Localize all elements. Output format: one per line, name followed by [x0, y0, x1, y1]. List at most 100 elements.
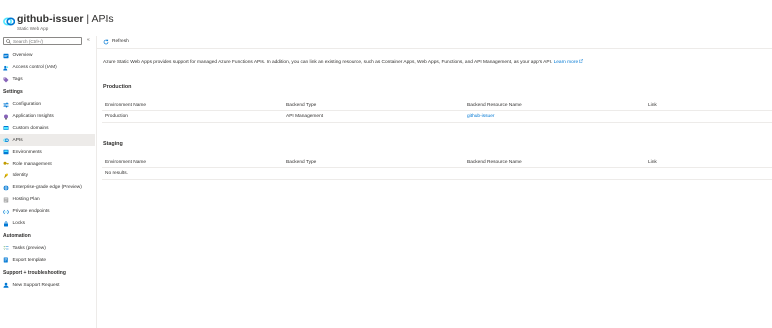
resource-menu: « Overview Access control (IAM) Tags Settin…: [0, 36, 95, 328]
sidebar-item-label: Tags: [12, 77, 23, 83]
sidebar-item-locks[interactable]: Locks: [0, 218, 95, 230]
sidebar-item-environments[interactable]: Environments: [0, 146, 95, 158]
column-link[interactable]: Link: [648, 100, 657, 110]
edge-icon: [3, 185, 9, 191]
resource-type: Static Web App: [17, 26, 49, 31]
page-header: github-issuer | APIs Static Web App …: [0, 0, 772, 36]
row-environment-name: Production: [105, 114, 128, 119]
column-environment-name[interactable]: Environment Name: [105, 157, 146, 167]
section-support-troubleshooting: Support + troubleshooting: [3, 269, 66, 276]
sidebar-item-label: Access control (IAM): [12, 65, 57, 71]
sidebar-item-configuration[interactable]: Configuration: [0, 99, 95, 111]
lock-icon: [3, 220, 9, 227]
sidebar-item-label: New Support Request: [12, 282, 60, 288]
sidebar-item-export-template[interactable]: Export template: [0, 254, 95, 266]
environment-icon: [3, 149, 9, 155]
command-bar-divider: [97, 48, 772, 49]
more-options-icon[interactable]: …: [104, 16, 111, 23]
column-environment-name[interactable]: Environment Name: [105, 100, 146, 110]
bulb-icon: [3, 114, 9, 120]
identity-icon: [3, 173, 9, 179]
tasks-icon: [3, 245, 9, 251]
backend-resource-link[interactable]: github-issuer: [467, 111, 494, 122]
production-grid-header: Environment Name Backend Type Backend Re…: [102, 100, 772, 111]
column-link[interactable]: Link: [648, 157, 657, 167]
globe-icon: [3, 125, 9, 131]
key-icon: [3, 161, 9, 167]
refresh-label: Refresh: [112, 39, 129, 44]
sidebar-item-application-insights[interactable]: Application Insights: [0, 111, 95, 123]
sidebar-item-label: Private endpoints: [12, 209, 50, 215]
menu-search-row: «: [3, 37, 95, 47]
section-settings: Settings: [3, 89, 23, 96]
empty-row: No results.: [102, 168, 772, 180]
search-icon: [6, 39, 11, 44]
sidebar-item-tasks-preview[interactable]: Tasks (preview): [0, 242, 95, 254]
sidebar-item-label: Export template: [12, 257, 47, 263]
refresh-icon: [103, 39, 109, 44]
column-backend-resource-name[interactable]: Backend Resource Name: [467, 100, 522, 110]
sidebar-item-label: Configuration: [12, 102, 42, 108]
page-title: github-issuer | APIs: [17, 13, 114, 25]
sliders-icon: [3, 102, 9, 108]
sidebar-item-label: Locks: [12, 221, 26, 227]
learn-more-link[interactable]: Learn more: [553, 59, 584, 65]
sidebar-item-label: Overview: [12, 53, 33, 59]
section-automation: Automation: [3, 232, 31, 239]
sidebar-item-identity[interactable]: Identity: [0, 170, 95, 182]
no-results-text: No results.: [105, 171, 128, 176]
sidebar-item-label: APIs: [12, 137, 23, 143]
command-bar: Refresh: [103, 37, 129, 46]
learn-more-label: Learn more: [553, 60, 579, 65]
sidebar-item-access-control-iam[interactable]: Access control (IAM): [0, 62, 95, 74]
column-backend-type[interactable]: Backend Type: [286, 100, 316, 110]
sidebar-item-new-support-request[interactable]: New Support Request: [0, 279, 95, 291]
sidebar-item-private-endpoints[interactable]: Private endpoints: [0, 206, 95, 218]
menu-search-input[interactable]: [13, 38, 81, 45]
support-icon: [3, 282, 9, 288]
title-separator: |: [83, 13, 92, 25]
sidebar-item-role-management[interactable]: Role management: [0, 158, 95, 170]
external-link-icon: [579, 59, 584, 63]
collapse-menu-icon[interactable]: «: [87, 37, 90, 43]
menu-search-box[interactable]: [3, 37, 82, 45]
sidebar-item-tags[interactable]: Tags: [0, 74, 95, 86]
column-backend-type[interactable]: Backend Type: [286, 157, 316, 167]
endpoint-icon: [3, 209, 9, 215]
export-icon: [3, 257, 9, 263]
static-web-app-icon: [3, 17, 15, 26]
table-row: Production API Management github-issuer: [102, 111, 772, 123]
people-icon: [3, 65, 9, 71]
sidebar-item-apis[interactable]: APIs: [0, 134, 95, 147]
row-backend-type: API Management: [286, 114, 324, 119]
menu-items: Overview Access control (IAM) Tags Settings…: [0, 50, 95, 291]
refresh-button[interactable]: Refresh: [103, 39, 129, 45]
sidebar-item-label: Enterprise-grade edge (Preview): [12, 185, 82, 191]
sidebar-item-label: Role management: [12, 161, 52, 167]
sidebar-item-enterprise-grade-edge-preview[interactable]: Enterprise-grade edge (Preview): [0, 182, 95, 194]
sidebar-item-label: Custom domains: [12, 125, 49, 131]
sidebar-divider: [96, 36, 97, 328]
intro-text: Azure Static Web Apps provides support f…: [103, 59, 763, 65]
tag-icon: [3, 77, 9, 83]
sidebar-item-custom-domains[interactable]: Custom domains: [0, 122, 95, 134]
resource-name: github-issuer: [17, 13, 84, 25]
sidebar-item-label: Application Insights: [12, 114, 54, 119]
column-backend-resource-name[interactable]: Backend Resource Name: [467, 157, 522, 167]
staging-grid: Environment Name Backend Type Backend Re…: [102, 157, 772, 180]
sidebar-item-overview[interactable]: Overview: [0, 50, 95, 62]
title-block: github-issuer | APIs Static Web App: [17, 13, 114, 31]
overview-icon: [3, 53, 9, 59]
sidebar-item-label: Tasks (preview): [12, 245, 46, 251]
production-heading: Production: [103, 84, 132, 90]
api-icon: [3, 137, 9, 143]
plan-icon: [3, 197, 9, 203]
staging-heading: Staging: [103, 141, 123, 147]
sidebar-item-label: Identity: [12, 173, 28, 179]
sidebar-item-hosting-plan[interactable]: Hosting Plan: [0, 194, 95, 206]
sidebar-item-label: Hosting Plan: [12, 197, 40, 203]
intro-description: Azure Static Web Apps provides support f…: [103, 60, 553, 65]
staging-grid-header: Environment Name Backend Type Backend Re…: [102, 157, 772, 168]
sidebar-item-label: Environments: [12, 149, 42, 155]
production-grid: Environment Name Backend Type Backend Re…: [102, 100, 772, 123]
